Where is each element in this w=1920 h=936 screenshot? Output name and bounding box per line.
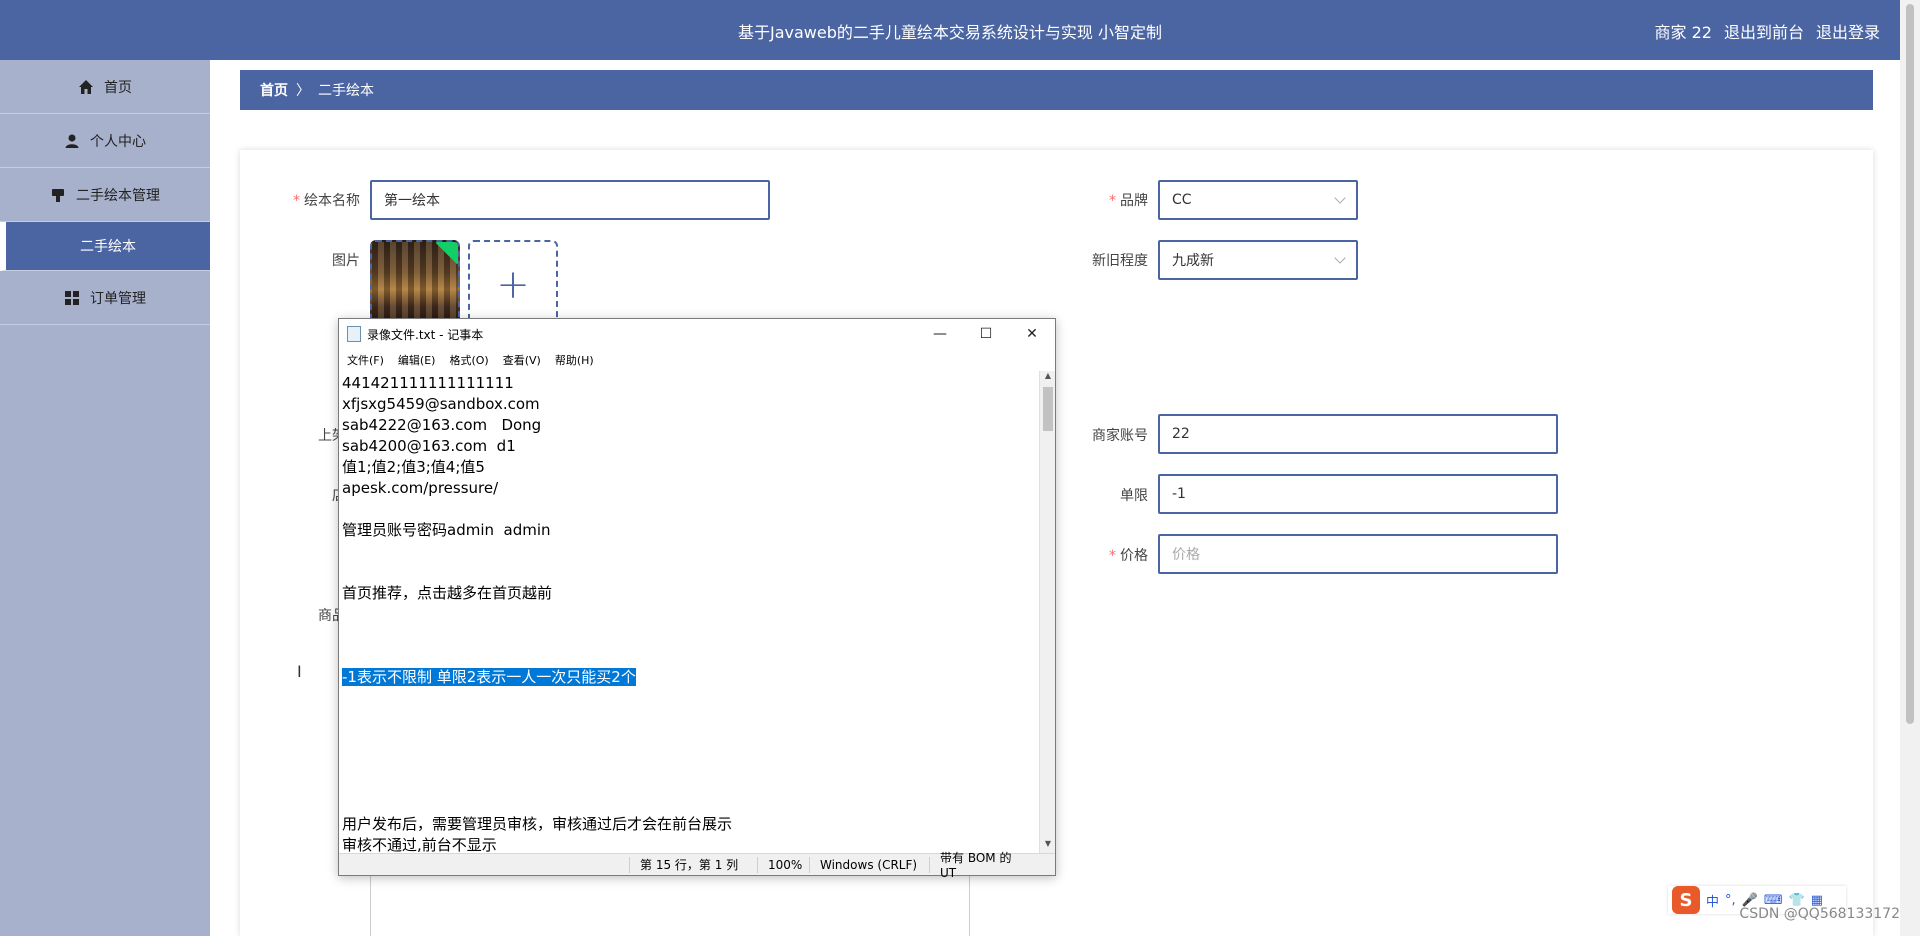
notepad-window[interactable]: 录像文件.txt - 记事本 — ☐ ✕ 文件(F) 编辑(E) 格式(O) 查… <box>338 318 1056 880</box>
book-icon <box>52 188 64 202</box>
notepad-scrollbar[interactable]: ▲ ▼ <box>1039 371 1055 853</box>
menu-format[interactable]: 格式(O) <box>449 352 488 368</box>
notepad-line <box>342 751 1036 772</box>
uploaded-image-thumbnail[interactable] <box>370 240 460 330</box>
page-scroll-thumb[interactable] <box>1906 4 1914 724</box>
notepad-line <box>342 499 1036 520</box>
status-position: 第 15 行，第 1 列 <box>629 856 757 873</box>
user-label: 商家 22 <box>1654 23 1712 42</box>
watermark: CSDN @QQ568133172 <box>1739 906 1900 922</box>
grid-icon <box>65 290 79 305</box>
intro-editor[interactable] <box>370 870 970 936</box>
status-eol: Windows (CRLF) <box>809 856 929 873</box>
notepad-statusbar: 第 15 行，第 1 列 100% Windows (CRLF) 带有 BOM … <box>339 851 1055 880</box>
price-label: * 价格 <box>1109 548 1148 564</box>
menu-edit[interactable]: 编辑(E) <box>398 352 436 368</box>
sidebar-item-book-management[interactable]: 二手绘本管理 <box>0 168 210 222</box>
status-encoding: 带有 BOM 的 UT <box>929 851 1039 880</box>
notepad-line <box>342 604 1036 625</box>
limit-label: 单限 <box>1120 488 1148 504</box>
notepad-line: 管理员账号密码admin admin <box>342 521 551 539</box>
name-input[interactable]: 第一绘本 <box>370 180 770 220</box>
to-front-link[interactable]: 退出到前台 <box>1724 19 1804 43</box>
notepad-line <box>342 709 1036 730</box>
notepad-line: sab4200@163.com d1 <box>342 437 516 455</box>
sidebar-item-label: 二手绘本管理 <box>76 187 160 204</box>
name-label: * 绘本名称 <box>293 193 360 209</box>
notepad-line: 441421111111111111 <box>342 374 514 392</box>
condition-select[interactable]: 九成新 <box>1158 240 1358 280</box>
notepad-line <box>342 646 1036 667</box>
selected-text: -1表示不限制 单限2表示一人一次只能买2个 <box>342 668 636 686</box>
person-icon <box>65 134 79 148</box>
punctuation-icon[interactable]: °, <box>1725 893 1736 908</box>
page-scrollbar[interactable] <box>1900 0 1920 936</box>
header-actions: 商家 22 退出到前台 退出登录 <box>1655 19 1880 43</box>
scroll-thumb[interactable] <box>1043 387 1053 431</box>
logout-link[interactable]: 退出登录 <box>1816 19 1880 43</box>
notepad-line: 用户发布后，需要管理员审核，审核通过后才会在前台展示 <box>342 815 733 833</box>
notepad-line <box>342 562 1036 583</box>
app-title: 基于Javaweb的二手儿童绘本交易系统设计与实现 小智定制 <box>738 23 1162 42</box>
top-header: 基于Javaweb的二手儿童绘本交易系统设计与实现 小智定制 商家 22 退出到… <box>0 0 1900 60</box>
notepad-line <box>342 541 1036 562</box>
sidebar-item-profile[interactable]: 个人中心 <box>0 114 210 168</box>
close-icon[interactable]: ✕ <box>1009 319 1055 349</box>
breadcrumb-separator: 〉 <box>296 83 310 99</box>
notepad-line <box>342 625 1036 646</box>
upload-add-button[interactable]: + <box>468 240 558 330</box>
sidebar-item-label: 首页 <box>104 79 132 96</box>
notepad-file-icon <box>347 326 361 342</box>
notepad-line: sab4222@163.com Dong <box>342 416 542 434</box>
sidebar: 首页 个人中心 二手绘本管理 二手绘本 订单管理 <box>0 60 210 936</box>
menu-view[interactable]: 查看(V) <box>503 352 541 368</box>
breadcrumb: 首页 〉 二手绘本 <box>240 70 1873 110</box>
brand-select[interactable]: CC <box>1158 180 1358 220</box>
breadcrumb-home[interactable]: 首页 <box>260 80 288 100</box>
notepad-text-area[interactable]: 441421111111111111 xfjsxg5459@sandbox.com… <box>339 371 1039 853</box>
status-zoom: 100% <box>757 856 809 873</box>
sidebar-item-label: 订单管理 <box>90 290 146 307</box>
notepad-line: 值1;值2;值3;值4;值5 <box>342 458 485 476</box>
notepad-menubar: 文件(F) 编辑(E) 格式(O) 查看(V) 帮助(H) <box>339 349 1055 371</box>
notepad-line: xfjsxg5459@sandbox.com <box>342 395 540 413</box>
notepad-title: 录像文件.txt - 记事本 <box>367 327 484 342</box>
merchant-input[interactable]: 22 <box>1158 414 1558 454</box>
minimize-icon[interactable]: — <box>917 319 963 349</box>
menu-help[interactable]: 帮助(H) <box>555 352 594 368</box>
notepad-line: 首页推荐，点击越多在首页越前 <box>342 584 553 602</box>
home-icon <box>79 79 93 94</box>
scroll-down-icon[interactable]: ▼ <box>1040 839 1056 853</box>
sogou-logo-icon: S <box>1672 886 1700 914</box>
sidebar-item-label: 个人中心 <box>90 133 146 150</box>
brand-label: * 品牌 <box>1109 193 1148 209</box>
breadcrumb-current: 二手绘本 <box>318 83 374 99</box>
window-controls: — ☐ ✕ <box>917 319 1055 349</box>
scroll-up-icon[interactable]: ▲ <box>1040 371 1056 385</box>
price-input[interactable]: 价格 <box>1158 534 1558 574</box>
merchant-label: 商家账号 <box>1092 428 1148 444</box>
maximize-icon[interactable]: ☐ <box>963 319 1009 349</box>
sidebar-item-label: 二手绘本 <box>80 239 136 255</box>
sidebar-item-orders[interactable]: 订单管理 <box>0 271 210 325</box>
notepad-line <box>342 793 1036 814</box>
image-label: 图片 <box>332 253 360 269</box>
notepad-line: -1表示不限制 单限2表示一人一次只能买2个 <box>342 667 1036 688</box>
sidebar-subitem-used-books[interactable]: 二手绘本 <box>0 222 210 271</box>
notepad-line <box>342 688 1036 709</box>
ime-mode[interactable]: 中 <box>1706 891 1719 910</box>
notepad-line <box>342 730 1036 751</box>
notepad-line: apesk.com/pressure/ <box>342 479 499 497</box>
notepad-line: 审核不通过,前台不显示 <box>342 836 497 853</box>
menu-file[interactable]: 文件(F) <box>347 352 384 368</box>
condition-label: 新旧程度 <box>1092 253 1148 269</box>
sidebar-item-home[interactable]: 首页 <box>0 60 210 114</box>
limit-input[interactable]: -1 <box>1158 474 1558 514</box>
notepad-line <box>342 772 1036 793</box>
text-cursor-icon: I <box>297 662 302 681</box>
